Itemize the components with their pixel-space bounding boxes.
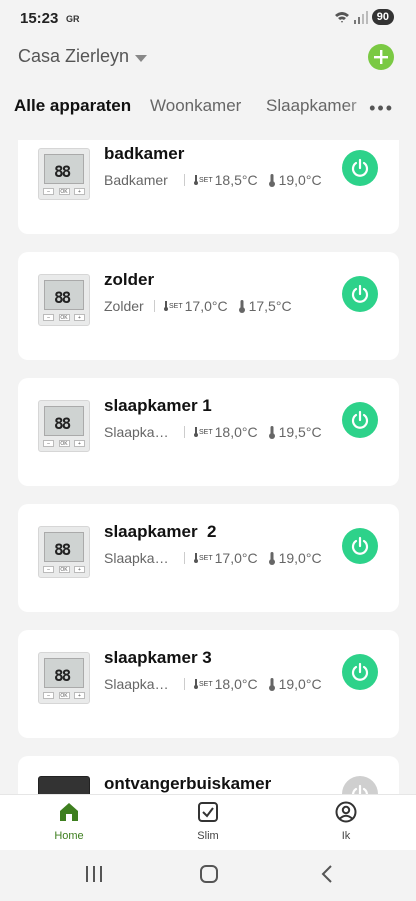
device-current-temp: 19,0°C bbox=[278, 676, 322, 692]
power-icon bbox=[351, 410, 369, 429]
device-room: Slaapkam... bbox=[104, 676, 176, 692]
power-icon bbox=[351, 784, 369, 794]
device-meta: Zolder SET 17,0°C 17,5°C bbox=[104, 298, 292, 314]
receiver-thumbnail bbox=[38, 776, 90, 794]
device-set-temp: 18,5°C bbox=[214, 172, 258, 188]
device-name: slaapkamer 2 bbox=[104, 522, 217, 541]
power-icon bbox=[351, 662, 369, 681]
device-name: slaapkamer 3 bbox=[104, 648, 212, 667]
device-room: Badkamer bbox=[104, 172, 168, 188]
power-button[interactable] bbox=[342, 150, 378, 186]
power-icon bbox=[351, 158, 369, 177]
bottom-nav: Home Slim Ik bbox=[0, 794, 416, 850]
device-name: ontvangerbuiskamer bbox=[104, 774, 272, 793]
thermostat-thumbnail: 88 – OK + bbox=[38, 274, 90, 326]
nav-home-label: Home bbox=[54, 830, 84, 842]
device-set-temp: 18,0°C bbox=[214, 424, 258, 440]
room-tabs: Alle apparaten Woonkamer Slaapkamer ••• bbox=[0, 88, 416, 124]
power-icon bbox=[351, 536, 369, 555]
thermometer-icon bbox=[268, 173, 276, 187]
power-button[interactable] bbox=[342, 528, 378, 564]
power-icon bbox=[351, 284, 369, 303]
device-set-temp: 17,0°C bbox=[184, 298, 228, 314]
device-set-temp: 18,0°C bbox=[214, 676, 258, 692]
device-card[interactable]: 88 – OK + zolder Zolder SET 17,0°C 17,5°C bbox=[18, 252, 399, 360]
power-button[interactable] bbox=[342, 776, 378, 794]
thermometer-icon bbox=[238, 299, 246, 313]
tab-all-devices[interactable]: Alle apparaten bbox=[14, 96, 131, 116]
home-header: Casa Zierleyn bbox=[0, 40, 416, 76]
thermostat-thumbnail: 88 – OK + bbox=[38, 400, 90, 452]
tab-slaapkamer[interactable]: Slaapkamer bbox=[266, 96, 357, 116]
thermostat-thumbnail: 88 – OK + bbox=[38, 148, 90, 200]
device-current-temp: 19,0°C bbox=[278, 550, 322, 566]
status-time: 15:23 bbox=[20, 10, 59, 27]
thermostat-thumbnail: 88 – OK + bbox=[38, 526, 90, 578]
more-tabs-button[interactable]: ••• bbox=[369, 98, 394, 119]
device-name: slaapkamer 1 bbox=[104, 396, 212, 415]
recent-apps-icon[interactable] bbox=[84, 864, 104, 884]
system-nav bbox=[0, 850, 416, 901]
caret-down-icon bbox=[135, 54, 148, 62]
setpoint-icon: SET bbox=[193, 427, 213, 437]
thermometer-icon bbox=[268, 551, 276, 565]
back-icon[interactable] bbox=[318, 864, 338, 884]
device-room: Slaapkam... bbox=[104, 550, 176, 566]
setpoint-icon: SET bbox=[163, 301, 183, 311]
setpoint-icon: SET bbox=[193, 553, 213, 563]
device-meta: Slaapkam... SET 17,0°C 19,0°C bbox=[104, 550, 322, 566]
status-icons: 90 bbox=[334, 9, 394, 25]
home-name: Casa Zierleyn bbox=[18, 46, 130, 66]
add-device-button[interactable] bbox=[368, 44, 394, 70]
device-room: Zolder bbox=[104, 298, 144, 314]
device-current-temp: 17,5°C bbox=[248, 298, 292, 314]
thermometer-icon bbox=[268, 425, 276, 439]
device-card[interactable]: 88 – OK + slaapkamer 3 Slaapkam... SET 18,… bbox=[18, 630, 399, 738]
device-card[interactable]: 88 – OK + badkamer Badkamer SET 18,5°C 19,… bbox=[18, 140, 399, 234]
power-button[interactable] bbox=[342, 402, 378, 438]
device-name: zolder bbox=[104, 270, 155, 289]
checkbox-icon bbox=[198, 802, 218, 822]
device-set-temp: 17,0°C bbox=[214, 550, 258, 566]
wifi-icon bbox=[334, 12, 349, 23]
signal-icon bbox=[353, 10, 368, 24]
device-meta: Slaapkam... SET 18,0°C 19,5°C bbox=[104, 424, 322, 440]
nav-home[interactable]: Home bbox=[29, 801, 109, 842]
device-meta: Slaapkam... SET 18,0°C 19,0°C bbox=[104, 676, 322, 692]
device-room: Slaapkam... bbox=[104, 424, 176, 440]
setpoint-icon: SET bbox=[193, 175, 213, 185]
device-current-temp: 19,5°C bbox=[278, 424, 322, 440]
power-button[interactable] bbox=[342, 654, 378, 690]
device-current-temp: 19,0°C bbox=[278, 172, 322, 188]
battery-badge: 90 bbox=[371, 9, 394, 25]
nav-smart[interactable]: Slim bbox=[168, 801, 248, 842]
plus-icon bbox=[374, 50, 388, 64]
home-icon bbox=[60, 803, 78, 821]
device-list[interactable]: 88 – OK + badkamer Badkamer SET 18,5°C 19,… bbox=[0, 140, 416, 794]
tab-woonkamer[interactable]: Woonkamer bbox=[150, 96, 241, 116]
setpoint-icon: SET bbox=[193, 679, 213, 689]
device-name: badkamer bbox=[104, 144, 185, 163]
profile-icon bbox=[335, 801, 357, 823]
home-system-icon[interactable] bbox=[199, 864, 219, 884]
power-button[interactable] bbox=[342, 276, 378, 312]
device-meta: Badkamer SET 18,5°C 19,0°C bbox=[104, 172, 322, 188]
device-card[interactable]: 88 – OK + slaapkamer 1 Slaapkam... SET 18,… bbox=[18, 378, 399, 486]
nav-me[interactable]: Ik bbox=[306, 801, 386, 842]
status-bar: 15:23 GR 90 bbox=[0, 0, 416, 38]
nav-me-label: Ik bbox=[341, 830, 351, 842]
status-carrier: GR bbox=[66, 14, 80, 24]
device-card[interactable]: ontvangerbuiskamer bbox=[18, 756, 399, 794]
home-selector[interactable]: Casa Zierleyn bbox=[18, 46, 148, 67]
thermometer-icon bbox=[268, 677, 276, 691]
thermostat-thumbnail: 88 – OK + bbox=[38, 652, 90, 704]
nav-smart-label: Slim bbox=[197, 830, 219, 842]
device-card[interactable]: 88 – OK + slaapkamer 2 Slaapkam... SET 17,… bbox=[18, 504, 399, 612]
